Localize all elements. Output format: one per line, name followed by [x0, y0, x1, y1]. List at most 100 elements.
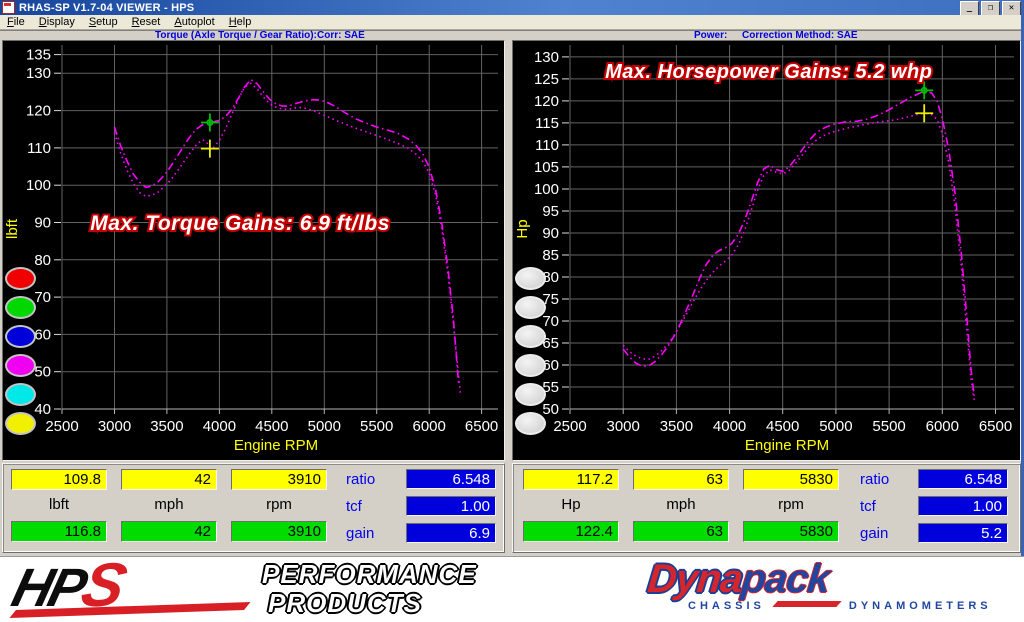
- svg-text:105: 105: [534, 159, 559, 176]
- trace-color-button-1[interactable]: [5, 296, 36, 319]
- svg-text:85: 85: [542, 247, 559, 264]
- trace-color-button-0[interactable]: [515, 267, 546, 290]
- svg-text:50: 50: [542, 401, 559, 418]
- gain-value: 5.2: [918, 523, 1008, 543]
- svg-text:3000: 3000: [607, 418, 640, 435]
- svg-text:5000: 5000: [819, 418, 852, 435]
- close-button[interactable]: ✕: [1002, 1, 1021, 16]
- x-axis: [62, 409, 498, 414]
- svg-text:110: 110: [535, 137, 559, 154]
- svg-text:115: 115: [535, 115, 559, 132]
- tcf-label: tcf: [860, 496, 916, 517]
- svg-text:95: 95: [542, 203, 559, 220]
- svg-text:5000: 5000: [308, 418, 341, 435]
- products-text: PRODUCTS: [268, 588, 477, 619]
- y-axis-title: lbft: [4, 218, 21, 239]
- trace-color-button-0[interactable]: [5, 267, 36, 290]
- svg-text:4000: 4000: [203, 418, 236, 435]
- rpm-unit-label: rpm: [231, 495, 327, 515]
- torque-run2-value: 116.8: [11, 521, 107, 542]
- rpm-run2-value: 5830: [743, 521, 839, 542]
- svg-text:5500: 5500: [872, 418, 905, 435]
- ratio-value: 6.548: [918, 469, 1008, 489]
- minimize-button[interactable]: _: [960, 1, 979, 16]
- series-baseline: [623, 113, 974, 400]
- grid-lines: [570, 45, 1014, 409]
- torque-unit-label: lbft: [11, 495, 107, 515]
- power-run2-value: 122.4: [523, 521, 619, 542]
- svg-text:135: 135: [26, 47, 51, 64]
- trace-color-button-4[interactable]: [5, 383, 36, 406]
- gain-label: gain: [346, 523, 402, 544]
- cursor-marker[interactable]: [201, 113, 219, 131]
- svg-text:120: 120: [26, 103, 51, 120]
- speed-run1-value: 63: [633, 469, 729, 490]
- speed-run1-value: 42: [121, 469, 217, 490]
- speed-run2-value: 42: [121, 521, 217, 542]
- svg-text:110: 110: [27, 140, 51, 157]
- dyna-text: Dyna: [646, 557, 744, 601]
- cursor-marker[interactable]: [201, 140, 219, 158]
- svg-text:6000: 6000: [926, 418, 959, 435]
- svg-text:80: 80: [34, 252, 51, 269]
- speed-unit-label: mph: [121, 495, 217, 515]
- svg-text:6500: 6500: [465, 418, 498, 435]
- menu-item-file[interactable]: File: [0, 16, 32, 28]
- performance-products-wordmark: PERFORMANCE PRODUCTS: [262, 559, 477, 619]
- menu-item-setup[interactable]: Setup: [82, 16, 125, 28]
- svg-text:130: 130: [534, 49, 559, 66]
- performance-text: PERFORMANCE: [262, 559, 477, 590]
- speed-run2-value: 63: [633, 521, 729, 542]
- x-axis-labels: 250030003500400045005000550060006500: [553, 418, 1012, 435]
- x-axis: [570, 409, 1014, 414]
- app-icon: [2, 1, 15, 14]
- svg-text:130: 130: [26, 65, 51, 82]
- restore-button[interactable]: ❐: [981, 1, 1000, 16]
- hps-logo: HPS: [14, 557, 264, 619]
- trace-color-button-3[interactable]: [515, 354, 546, 377]
- dynapack-logo: Dynapack CHASSIS DYNAMOMETERS: [648, 559, 1018, 612]
- trace-color-button-5[interactable]: [5, 412, 36, 435]
- tcf-label: tcf: [346, 496, 402, 517]
- rpm-run1-value: 3910: [231, 469, 327, 490]
- menu-item-help[interactable]: Help: [222, 16, 259, 28]
- cursor-marker[interactable]: [915, 104, 933, 122]
- svg-text:4000: 4000: [713, 418, 746, 435]
- trace-color-button-2[interactable]: [5, 325, 36, 348]
- dynapack-swoosh: [772, 601, 841, 607]
- torque-data-panel: 109.8 42 3910 lbft mph rpm 116.8 42 3910…: [2, 463, 505, 553]
- trace-color-button-1[interactable]: [515, 296, 546, 319]
- svg-text:4500: 4500: [766, 418, 799, 435]
- trace-color-button-3[interactable]: [5, 354, 36, 377]
- rpm-run2-value: 3910: [231, 521, 327, 542]
- cursor-marker[interactable]: [915, 81, 933, 99]
- torque-run1-value: 109.8: [11, 469, 107, 490]
- power-chart-panel: 1301251201151101051009590858075706560555…: [512, 40, 1021, 461]
- gain-label: gain: [860, 523, 916, 544]
- ratio-value: 6.548: [406, 469, 496, 489]
- svg-text:125: 125: [534, 71, 559, 88]
- y-axis-title: Hp: [514, 219, 531, 238]
- ratio-label: ratio: [346, 469, 402, 490]
- power-unit-label: Hp: [523, 495, 619, 515]
- chassis-text: CHASSIS: [688, 600, 765, 612]
- svg-text:100: 100: [534, 181, 559, 198]
- svg-text:2500: 2500: [553, 418, 586, 435]
- gain-value: 6.9: [406, 523, 496, 543]
- menu-item-display[interactable]: Display: [32, 16, 82, 28]
- trace-color-button-4[interactable]: [515, 383, 546, 406]
- power-run1-value: 117.2: [523, 469, 619, 490]
- gains-annotation: Max. Torque Gains: 6.9 ft/lbs: [90, 212, 390, 235]
- menu-bar: FileDisplaySetupResetAutoplotHelp: [0, 15, 1024, 30]
- window-title: RHAS-SP V1.7-04 VIEWER - HPS: [19, 2, 194, 14]
- trace-color-button-2[interactable]: [515, 325, 546, 348]
- title-bar[interactable]: RHAS-SP V1.7-04 VIEWER - HPS _ ❐ ✕: [0, 0, 1024, 15]
- menu-item-autoplot[interactable]: Autoplot: [167, 16, 221, 28]
- x-axis-labels: 250030003500400045005000550060006500: [45, 418, 498, 435]
- menu-item-reset[interactable]: Reset: [125, 16, 168, 28]
- rpm-run1-value: 5830: [743, 469, 839, 490]
- trace-color-button-5[interactable]: [515, 412, 546, 435]
- x-axis-title: Engine RPM: [234, 437, 318, 454]
- svg-text:100: 100: [26, 177, 51, 194]
- tcf-value: 1.00: [918, 496, 1008, 516]
